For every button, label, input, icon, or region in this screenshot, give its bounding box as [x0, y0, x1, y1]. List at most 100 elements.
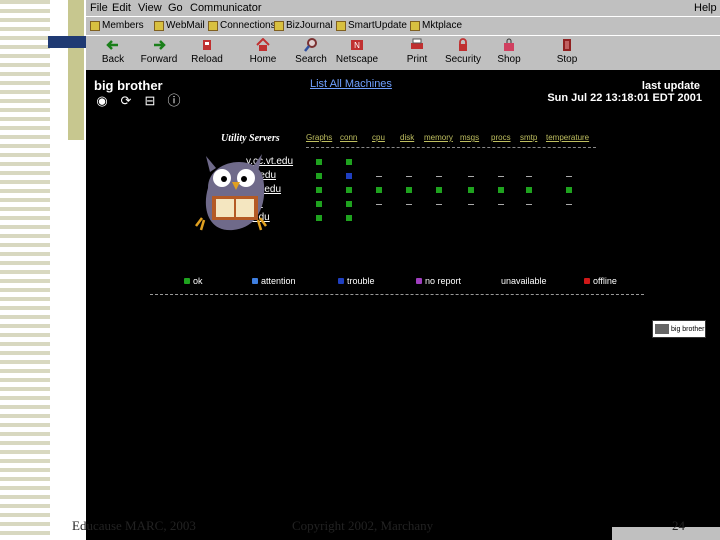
column-smtp[interactable]: smtp — [520, 133, 537, 142]
header-divider — [306, 147, 596, 148]
decorative-stripes — [0, 0, 50, 540]
status-cell[interactable] — [468, 176, 474, 177]
info-icon[interactable]: ⓘ — [166, 94, 182, 108]
bookmark-webmail[interactable]: WebMail — [154, 20, 205, 31]
status-cell[interactable] — [526, 187, 532, 193]
status-cell[interactable] — [316, 159, 322, 165]
view-icon[interactable]: ⊟ — [142, 94, 158, 108]
big-brother-badge[interactable]: big brother — [652, 320, 706, 338]
status-cell[interactable] — [316, 215, 322, 221]
utility-servers-title: Utility Servers — [221, 133, 280, 144]
status-cell[interactable] — [376, 176, 382, 177]
status-cell[interactable] — [566, 204, 572, 205]
status-cell[interactable] — [436, 204, 442, 205]
bookmark-bizjournal[interactable]: BizJournal — [274, 20, 333, 31]
bookmark-label: Mktplace — [422, 20, 463, 31]
stop-label: Stop — [556, 54, 578, 65]
column-msgs[interactable]: msgs — [460, 133, 479, 142]
column-cpu[interactable]: cpu — [372, 133, 385, 142]
status-cell[interactable] — [468, 204, 474, 205]
search-button[interactable]: Search — [286, 38, 336, 65]
menu-communicator[interactable]: Communicator — [190, 2, 262, 14]
menu-file[interactable]: File — [90, 2, 108, 14]
bookmark-label: BizJournal — [286, 20, 333, 31]
status-cell[interactable] — [346, 159, 352, 165]
bookmark-icon — [410, 20, 420, 31]
status-cell[interactable] — [566, 176, 572, 177]
reload-icon — [203, 40, 211, 50]
status-cell[interactable] — [436, 176, 442, 177]
netscape-icon: N — [351, 40, 363, 50]
netscape-button[interactable]: N Netscape — [332, 38, 382, 65]
lock-icon — [459, 38, 467, 51]
legend-attention: attention — [252, 276, 296, 286]
back-button[interactable]: Back — [88, 38, 138, 65]
bookmark-smartupdate[interactable]: SmartUpdate — [336, 20, 407, 31]
status-cell[interactable] — [498, 187, 504, 193]
status-cell[interactable] — [346, 215, 352, 221]
status-cell[interactable] — [436, 187, 442, 193]
last-update-label: last update — [641, 80, 700, 92]
status-cell[interactable] — [526, 176, 532, 177]
menu-go[interactable]: Go — [168, 2, 183, 14]
home-button[interactable]: Home — [238, 38, 288, 65]
legend-swatch-none — [492, 278, 498, 284]
column-disk[interactable]: disk — [400, 133, 414, 142]
forward-button[interactable]: Forward — [134, 38, 184, 65]
home-label: Home — [249, 54, 277, 65]
refresh-icon[interactable]: ⟳ — [118, 94, 134, 108]
column-graphs[interactable]: Graphs — [306, 133, 332, 142]
menu-help[interactable]: Help — [694, 2, 717, 14]
column-temperature[interactable]: temperature — [546, 133, 589, 142]
legend-swatch-blue — [252, 278, 258, 284]
menu-edit[interactable]: Edit — [112, 2, 131, 14]
print-label: Print — [406, 54, 428, 65]
column-procs[interactable]: procs — [491, 133, 511, 142]
home-icon — [256, 38, 270, 51]
reload-button[interactable]: Reload — [182, 38, 232, 65]
status-cell[interactable] — [498, 176, 504, 177]
legend-divider — [150, 294, 644, 295]
column-conn[interactable]: conn — [340, 133, 357, 142]
status-cell[interactable] — [316, 201, 322, 207]
status-cell[interactable] — [316, 173, 322, 179]
status-cell[interactable] — [346, 173, 352, 179]
owl-mascot-icon — [195, 154, 267, 231]
legend-swatch-green — [184, 278, 190, 284]
decorative-bar-horizontal — [48, 36, 88, 48]
status-cell[interactable] — [316, 187, 322, 193]
bookmark-connections[interactable]: Connections — [208, 20, 276, 31]
status-cell[interactable] — [346, 187, 352, 193]
legend-label: no report — [425, 276, 462, 286]
shop-button[interactable]: Shop — [484, 38, 534, 65]
bookmark-label: Members — [102, 20, 144, 31]
menu-view[interactable]: View — [138, 2, 162, 14]
big-brother-logo: big brother — [94, 78, 163, 93]
bookmark-icon — [274, 20, 284, 31]
status-cell[interactable] — [406, 187, 412, 193]
eye-icon[interactable]: ◉ — [94, 94, 110, 108]
security-button[interactable]: Security — [438, 38, 488, 65]
status-cell[interactable] — [566, 187, 572, 193]
stop-button[interactable]: Stop — [542, 38, 592, 65]
bookmark-mktplace[interactable]: Mktplace — [410, 20, 462, 31]
back-arrow-icon — [106, 40, 118, 50]
status-cell[interactable] — [468, 187, 474, 193]
logo-icon-row: ◉ ⟳ ⊟ ⓘ — [94, 94, 182, 108]
bookmark-icon — [154, 20, 164, 31]
print-button[interactable]: Print — [392, 38, 442, 65]
search-icon — [304, 38, 317, 52]
netscape-label: Netscape — [335, 54, 379, 65]
browser-window: File Edit View Go Communicator Help Memb… — [86, 0, 720, 540]
list-all-machines-link[interactable]: List All Machines — [310, 78, 392, 90]
column-memory[interactable]: memory — [424, 133, 453, 142]
status-cell[interactable] — [376, 204, 382, 205]
browser-status-bar — [612, 527, 720, 540]
status-cell[interactable] — [376, 187, 382, 193]
status-cell[interactable] — [498, 204, 504, 205]
bookmark-members[interactable]: Members — [90, 20, 144, 31]
status-cell[interactable] — [526, 204, 532, 205]
status-cell[interactable] — [406, 204, 412, 205]
status-cell[interactable] — [346, 201, 352, 207]
status-cell[interactable] — [406, 176, 412, 177]
